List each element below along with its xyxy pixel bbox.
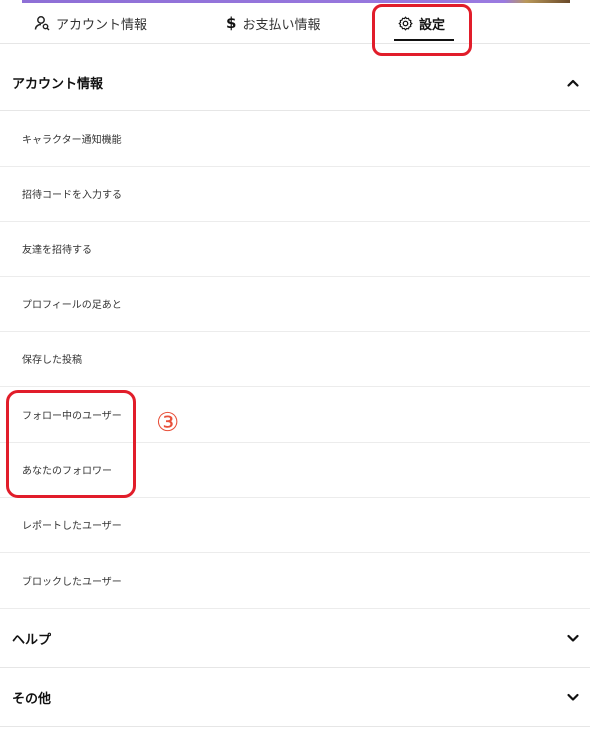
tab-label: お支払い情報 [242,17,321,33]
section-header-help[interactable]: ヘルプ [0,609,590,668]
dollar-icon: $ [226,14,237,32]
chevron-down-icon [567,693,579,701]
menu-item-label: 招待コードを入力する [22,190,122,201]
menu-item-reported-users[interactable]: レポートしたユーザー [0,497,590,553]
menu-item-character-notification[interactable]: キャラクター通知機能 [0,111,590,167]
highlight-box-settings [372,4,472,56]
menu-item-label: 友達を招待する [22,245,92,256]
tab-payment-info[interactable]: $ お支払い情報 [226,3,320,43]
tab-bar: アカウント情報 $ お支払い情報 設定 [0,3,590,44]
chevron-up-icon [567,79,579,87]
section-title: アカウント情報 [12,77,104,92]
section-title: その他 [12,691,52,707]
chevron-down-icon [567,634,579,642]
user-search-icon [34,15,50,31]
section-header-other[interactable]: その他 [0,668,590,727]
section-title: ヘルプ [12,632,52,648]
menu-item-enter-invite-code[interactable]: 招待コードを入力する [0,166,590,222]
menu-item-profile-footprints[interactable]: プロフィールの足あと [0,276,590,332]
tab-account-info[interactable]: アカウント情報 [34,3,147,43]
tab-label: アカウント情報 [56,17,148,33]
menu-item-label: キャラクター通知機能 [22,135,122,146]
menu-item-blocked-users[interactable]: ブロックしたユーザー [0,553,590,609]
annotation-marker: ③ [156,408,180,438]
menu-item-label: レポートしたユーザー [22,521,122,532]
highlight-box-follow-items [6,390,136,498]
menu-item-label: ブロックしたユーザー [22,577,122,588]
menu-item-invite-friends[interactable]: 友達を招待する [0,221,590,277]
menu-item-label: プロフィールの足あと [22,300,122,311]
menu-item-label: 保存した投稿 [22,355,82,366]
section-header-account[interactable]: アカウント情報 [0,55,590,111]
menu-item-saved-posts[interactable]: 保存した投稿 [0,331,590,387]
